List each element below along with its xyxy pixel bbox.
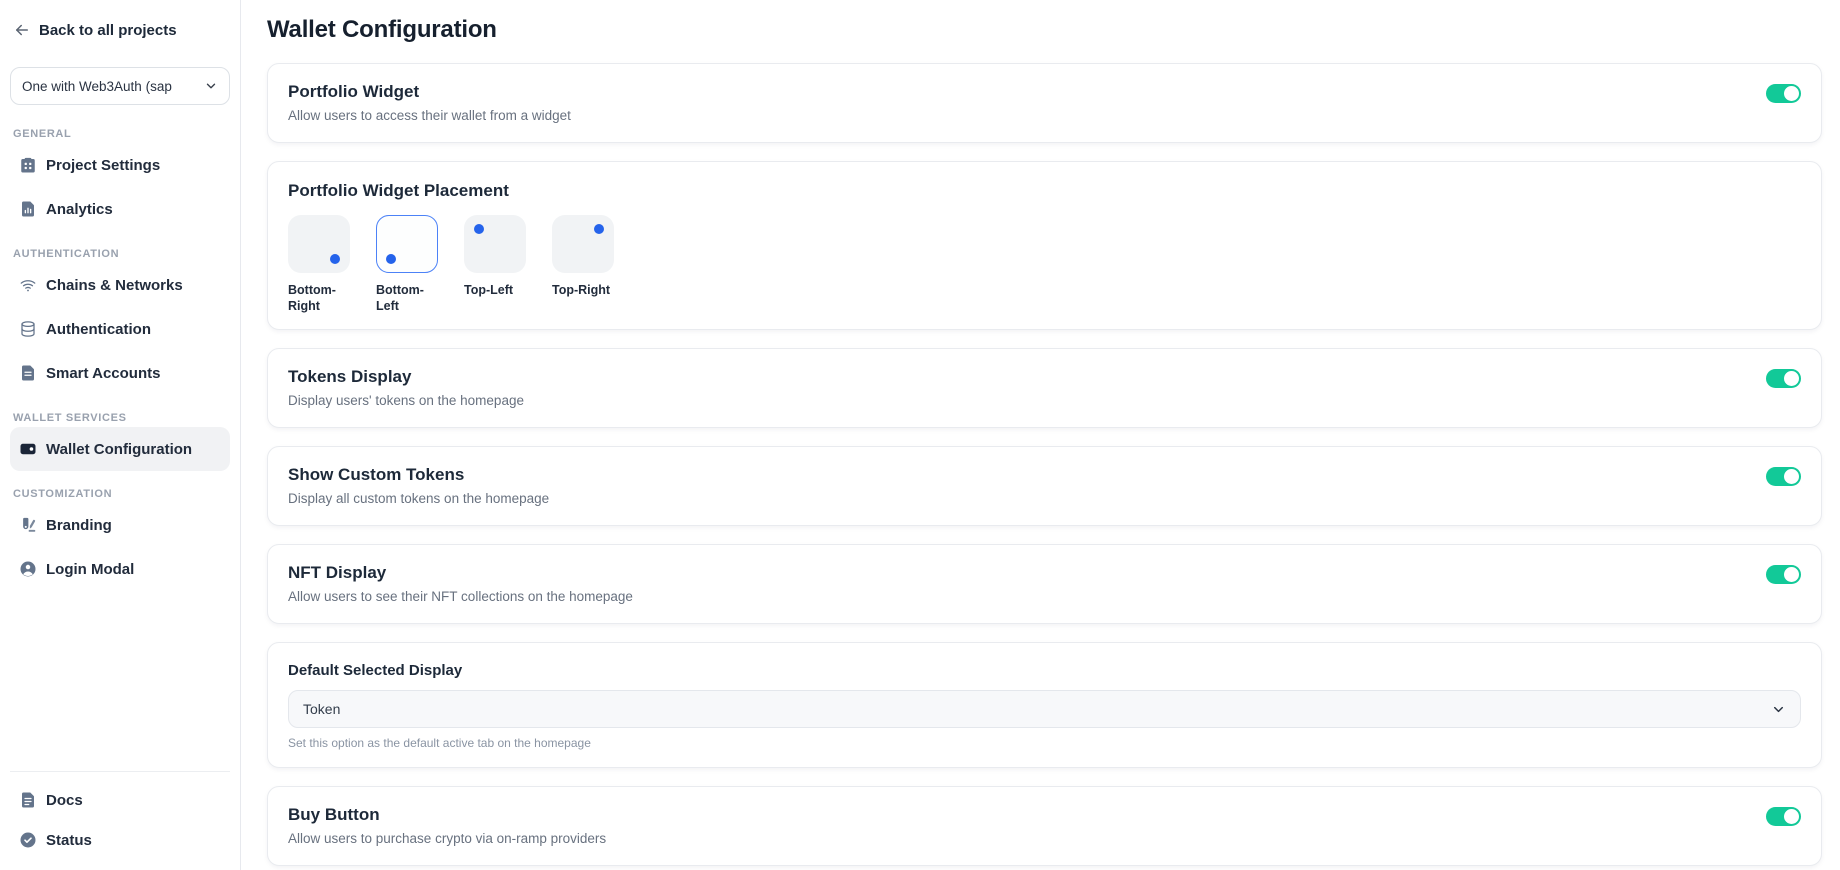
sidebar-item-label: Branding	[46, 517, 112, 534]
buy-button-title: Buy Button	[288, 804, 606, 826]
sidebar-item-branding[interactable]: Branding	[10, 503, 230, 547]
sidebar-item-label: Wallet Configuration	[46, 441, 192, 458]
show-custom-tokens-title: Show Custom Tokens	[288, 464, 549, 486]
placement-options: Bottom-Right Bottom-Left Top-Left	[288, 215, 1801, 314]
sidebar-item-label: Analytics	[46, 201, 113, 218]
section-label-customization: CUSTOMIZATION	[13, 488, 230, 500]
sidebar-item-status[interactable]: Status	[10, 820, 230, 860]
section-label-authentication: AUTHENTICATION	[13, 248, 230, 260]
tokens-display-description: Display users' tokens on the homepage	[288, 392, 524, 410]
project-selector-value: One with Web3Auth (sap	[22, 79, 172, 94]
show-custom-tokens-description: Display all custom tokens on the homepag…	[288, 490, 549, 508]
section-label-wallet-services: WALLET SERVICES	[13, 412, 230, 424]
main-content: Wallet Configuration Portfolio Widget Al…	[241, 0, 1840, 870]
sidebar-item-chains-networks[interactable]: Chains & Networks	[10, 263, 230, 307]
sidebar-item-smart-accounts[interactable]: Smart Accounts	[10, 351, 230, 395]
nft-display-card: NFT Display Allow users to see their NFT…	[267, 544, 1822, 624]
doc-icon	[19, 791, 37, 809]
tokens-display-title: Tokens Display	[288, 366, 524, 388]
wallet-icon	[19, 440, 37, 458]
sidebar-item-wallet-configuration[interactable]: Wallet Configuration	[10, 427, 230, 471]
placement-dot	[594, 224, 604, 234]
sidebar-item-docs[interactable]: Docs	[10, 780, 230, 820]
sidebar-footer: Docs Status	[10, 771, 230, 870]
toggle-knob	[1784, 469, 1799, 484]
default-selected-display-card: Default Selected Display Token Set this …	[267, 642, 1822, 768]
user-icon	[19, 560, 37, 578]
portfolio-widget-toggle[interactable]	[1766, 84, 1801, 103]
placement-dot	[330, 254, 340, 264]
show-custom-tokens-toggle[interactable]	[1766, 467, 1801, 486]
wifi-icon	[19, 276, 37, 294]
sidebar-item-label: Project Settings	[46, 157, 160, 174]
chevron-down-icon	[1771, 702, 1786, 717]
sidebar-item-authentication[interactable]: Authentication	[10, 307, 230, 351]
sidebar-item-label: Smart Accounts	[46, 365, 160, 382]
default-selected-display-label: Default Selected Display	[288, 661, 1801, 680]
default-display-select[interactable]: Token	[288, 690, 1801, 728]
sidebar-item-project-settings[interactable]: Project Settings	[10, 143, 230, 187]
show-custom-tokens-card: Show Custom Tokens Display all custom to…	[267, 446, 1822, 526]
back-link-label: Back to all projects	[39, 22, 177, 39]
sidebar-item-label: Authentication	[46, 321, 151, 338]
page-title: Wallet Configuration	[267, 15, 1822, 45]
back-to-projects-link[interactable]: Back to all projects	[10, 0, 230, 39]
nft-display-toggle[interactable]	[1766, 565, 1801, 584]
tokens-display-toggle[interactable]	[1766, 369, 1801, 388]
placement-option-top-left[interactable]: Top-Left	[464, 215, 528, 314]
app-root: Back to all projects One with Web3Auth (…	[0, 0, 1840, 870]
placement-label: Top-Right	[552, 282, 616, 298]
clipboard-icon	[19, 156, 37, 174]
placement-tile-bottom-left-selected[interactable]	[376, 215, 438, 273]
toggle-knob	[1784, 809, 1799, 824]
status-check-icon	[19, 831, 37, 849]
section-label-general: GENERAL	[13, 128, 230, 140]
arrow-left-icon	[13, 21, 31, 39]
sidebar-item-label: Docs	[46, 792, 83, 809]
chevron-down-icon	[204, 79, 218, 93]
sidebar-item-label: Chains & Networks	[46, 277, 183, 294]
placement-label: Bottom-Left	[376, 282, 440, 314]
placement-tile-top-right[interactable]	[552, 215, 614, 273]
nft-display-title: NFT Display	[288, 562, 633, 584]
file-icon	[19, 364, 37, 382]
buy-button-description: Allow users to purchase crypto via on-ra…	[288, 830, 606, 848]
placement-dot	[386, 254, 396, 264]
database-icon	[19, 320, 37, 338]
default-display-helper-text: Set this option as the default active ta…	[288, 736, 1801, 751]
toggle-knob	[1784, 86, 1799, 101]
widget-placement-title: Portfolio Widget Placement	[288, 180, 1801, 202]
analytics-icon	[19, 200, 37, 218]
nft-display-description: Allow users to see their NFT collections…	[288, 588, 633, 606]
placement-option-top-right[interactable]: Top-Right	[552, 215, 616, 314]
buy-button-card: Buy Button Allow users to purchase crypt…	[267, 786, 1822, 866]
toggle-knob	[1784, 567, 1799, 582]
sidebar-item-login-modal[interactable]: Login Modal	[10, 547, 230, 591]
sidebar-nav: GENERAL Project Settings Analytics AUTHE…	[10, 111, 230, 591]
default-display-select-value: Token	[303, 701, 340, 717]
project-selector-dropdown[interactable]: One with Web3Auth (sap	[10, 67, 230, 105]
portfolio-widget-card: Portfolio Widget Allow users to access t…	[267, 63, 1822, 143]
brush-icon	[19, 516, 37, 534]
placement-tile-top-left[interactable]	[464, 215, 526, 273]
placement-tile-bottom-right[interactable]	[288, 215, 350, 273]
placement-dot	[474, 224, 484, 234]
sidebar-item-analytics[interactable]: Analytics	[10, 187, 230, 231]
toggle-knob	[1784, 371, 1799, 386]
portfolio-widget-description: Allow users to access their wallet from …	[288, 107, 571, 125]
sidebar-item-label: Login Modal	[46, 561, 134, 578]
sidebar: Back to all projects One with Web3Auth (…	[0, 0, 241, 870]
placement-option-bottom-left[interactable]: Bottom-Left	[376, 215, 440, 314]
placement-option-bottom-right[interactable]: Bottom-Right	[288, 215, 352, 314]
widget-placement-card: Portfolio Widget Placement Bottom-Right …	[267, 161, 1822, 330]
buy-button-toggle[interactable]	[1766, 807, 1801, 826]
placement-label: Top-Left	[464, 282, 528, 298]
placement-label: Bottom-Right	[288, 282, 352, 314]
sidebar-item-label: Status	[46, 832, 92, 849]
tokens-display-card: Tokens Display Display users' tokens on …	[267, 348, 1822, 428]
portfolio-widget-title: Portfolio Widget	[288, 81, 571, 103]
